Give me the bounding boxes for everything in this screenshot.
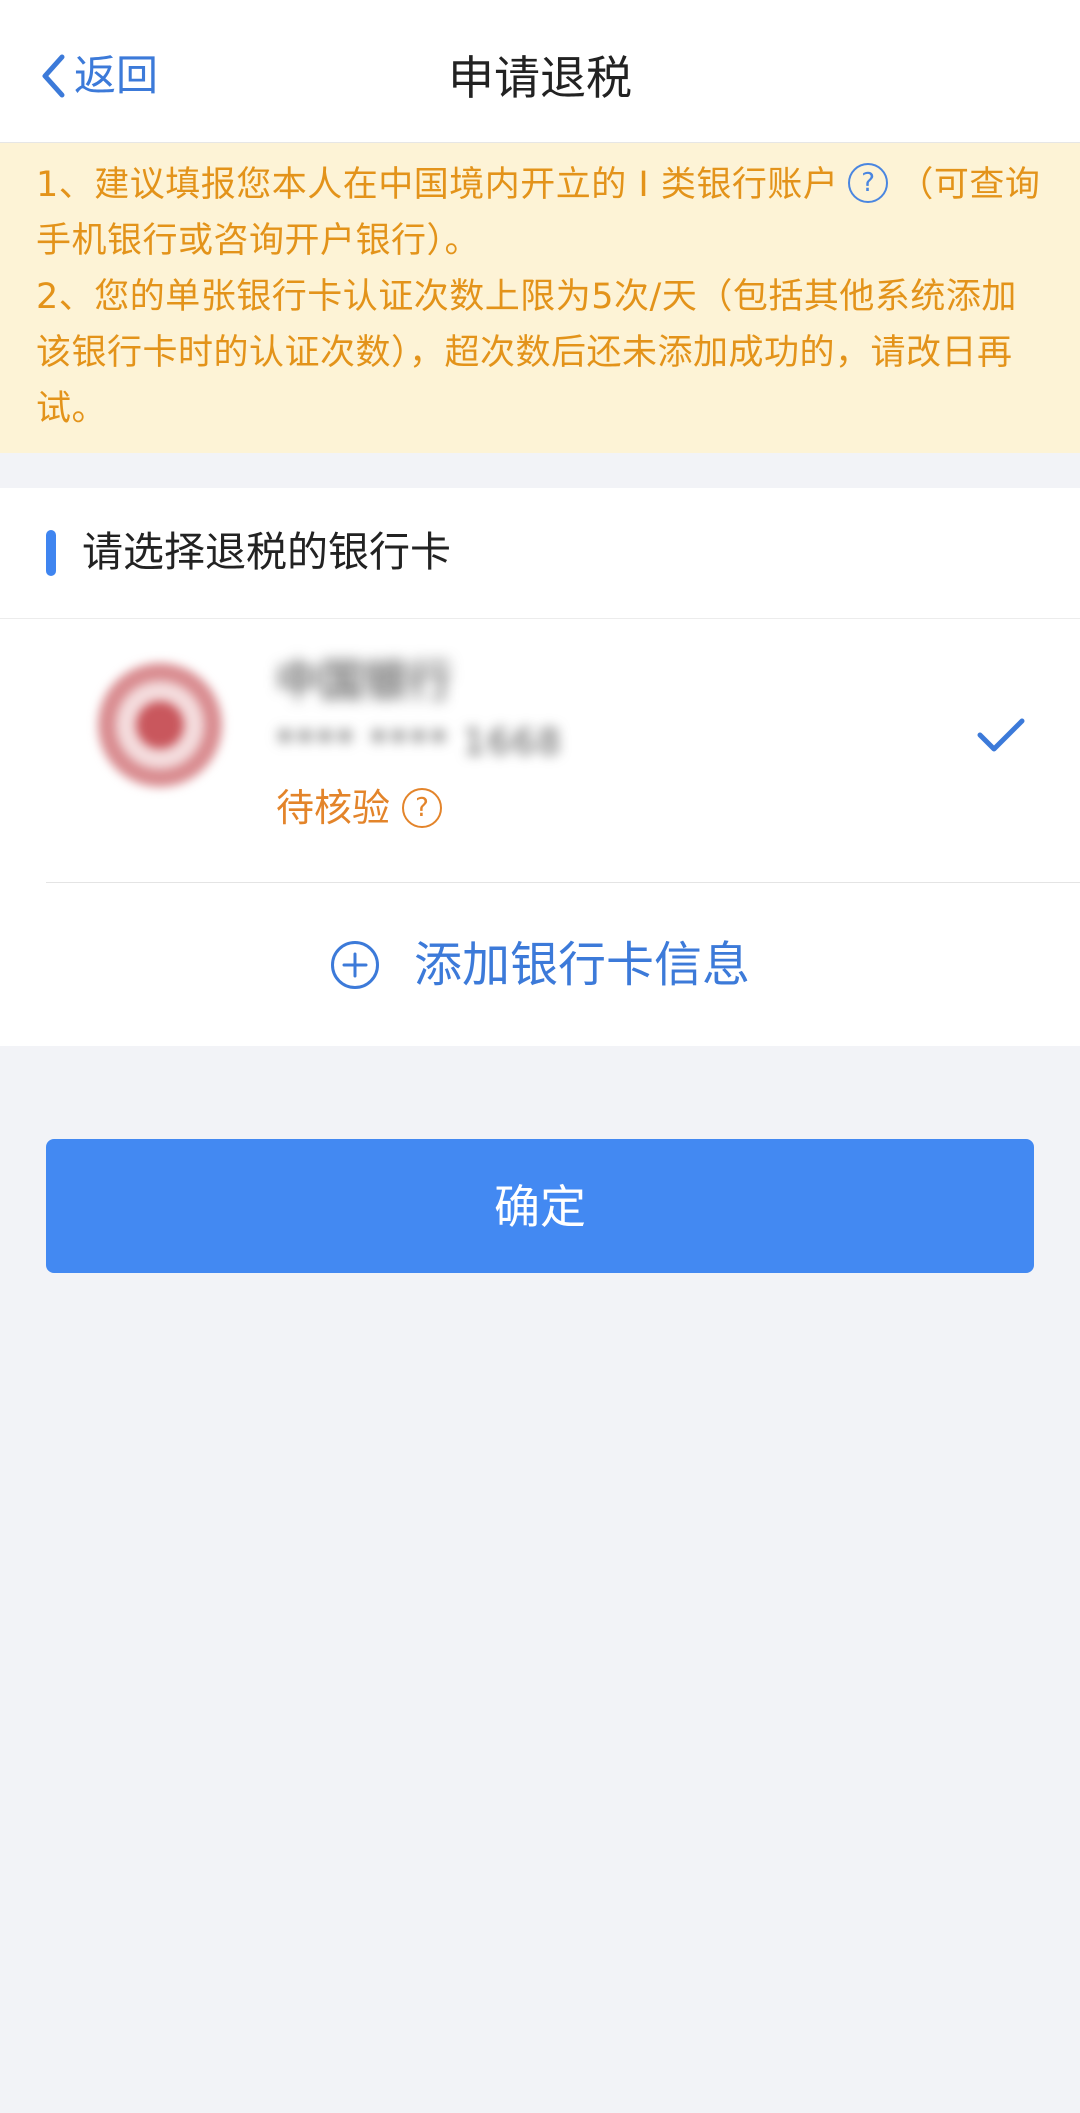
- section-accent-bar: [46, 530, 56, 576]
- check-icon: [976, 715, 1026, 755]
- nav-bar: 返回 申请退税: [0, 0, 1080, 143]
- bank-card-number: **** **** 1668: [276, 722, 563, 763]
- section-title: 请选择退税的银行卡: [82, 528, 451, 576]
- add-card-label: 添加银行卡信息: [413, 937, 750, 993]
- confirm-button[interactable]: 确定: [46, 1139, 1034, 1273]
- notice-line-2: 2、您的单张银行卡认证次数上限为5次/天（包括其他系统添加该银行卡时的认证次数）…: [36, 277, 1017, 429]
- section-header: 请选择退税的银行卡: [0, 488, 1080, 619]
- page-title: 申请退税: [448, 51, 632, 105]
- plus-circle-icon: [330, 940, 380, 990]
- bank-name: 中国银行: [276, 656, 452, 707]
- divider: [46, 882, 1080, 883]
- notice-line-1-text: 1、建议填报您本人在中国境内开立的 I 类银行账户: [36, 165, 839, 205]
- notice-line-1: 1、建议填报您本人在中国境内开立的 I 类银行账户? （可查询手机银行或咨询开户银…: [36, 157, 1044, 269]
- notice-banner: 1、建议填报您本人在中国境内开立的 I 类银行账户? （可查询手机银行或咨询开户银…: [0, 143, 1080, 453]
- bank-card-section: 请选择退税的银行卡 中国银行 **** **** 1668 待核验 ? 添加银行: [0, 488, 1080, 1046]
- status-question-icon[interactable]: ?: [402, 788, 443, 828]
- verify-status: 待核验 ?: [276, 777, 443, 839]
- add-bank-card-button[interactable]: 添加银行卡信息: [0, 884, 1080, 1046]
- status-label: 待核验: [276, 786, 391, 830]
- bank-card-item[interactable]: 中国银行 **** **** 1668 待核验 ?: [0, 619, 1080, 883]
- bank-logo-icon: [98, 663, 222, 787]
- question-icon[interactable]: ?: [848, 163, 889, 203]
